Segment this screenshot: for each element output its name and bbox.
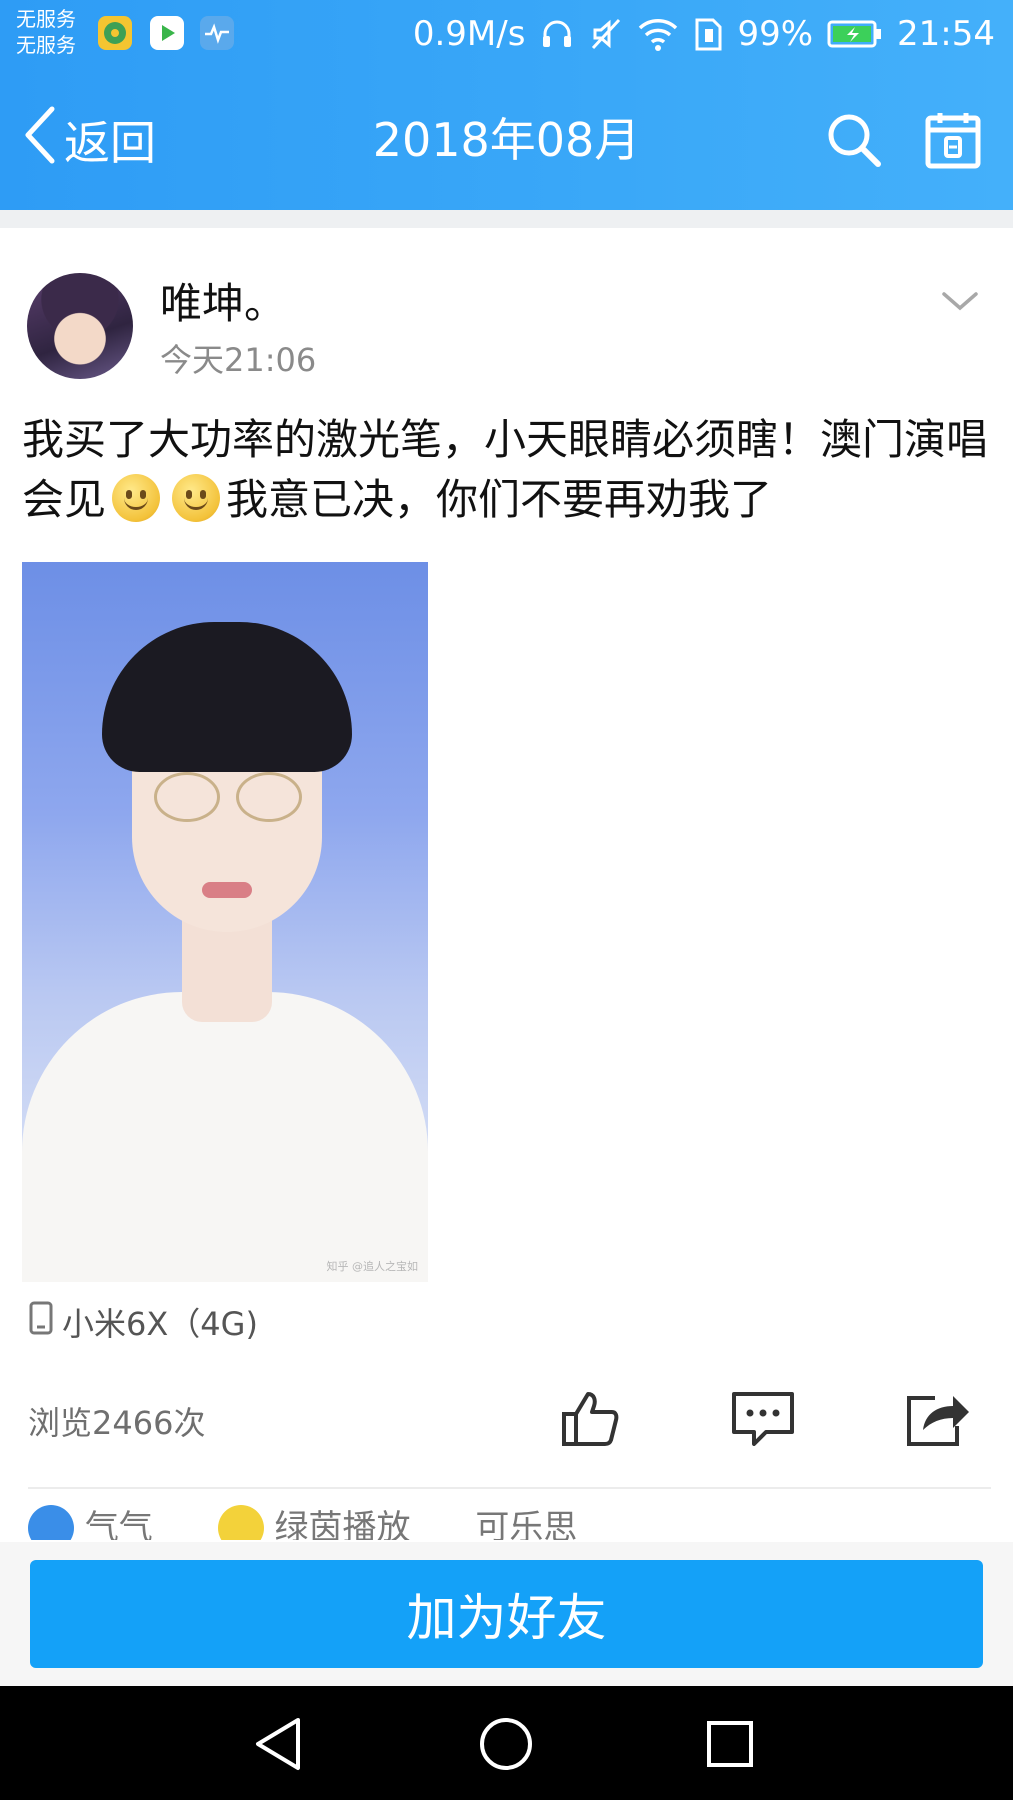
top-header: 无服务 无服务 0.9M/s 99% 21:54 返回 2018年08月 [0, 0, 1013, 210]
photo-watermark: 知乎 @追人之宝如 [326, 1260, 419, 1273]
battery-charging-icon [827, 19, 883, 49]
carrier-line-1: 无服务 [16, 7, 76, 31]
clock: 21:54 [897, 14, 995, 54]
share-icon[interactable] [905, 1388, 973, 1452]
liker-avatar [28, 1505, 74, 1540]
divider [28, 1487, 991, 1489]
liker-avatar [217, 1505, 264, 1540]
carrier-info: 无服务 无服务 [16, 6, 76, 58]
post-time: 今天21:06 [160, 341, 317, 379]
post-text: 我买了大功率的激光笔，小天眼睛必须瞎！澳门演唱会见 我意已决，你们不要再劝我了 [22, 410, 997, 530]
liker-name: 绿茵播放 [274, 1508, 411, 1540]
device-info: 小米6X（4G) [28, 1300, 258, 1344]
system-back-icon[interactable] [252, 1716, 304, 1776]
sim-icon [693, 16, 723, 52]
comment-icon[interactable] [730, 1390, 796, 1450]
status-right: 0.9M/s 99% 21:54 [413, 14, 995, 54]
nav-bar: 返回 2018年08月 [0, 95, 1013, 185]
author-name[interactable]: 唯坤。 [160, 270, 286, 331]
post-text-part-2: 我意已决，你们不要再劝我了 [226, 475, 773, 524]
header-divider [0, 210, 1013, 228]
smile-emoji-icon [112, 474, 161, 522]
wifi-icon [637, 16, 679, 52]
system-recent-apps-icon[interactable] [706, 1720, 754, 1772]
device-label: 小米6X（4G) [62, 1305, 258, 1343]
like-icon[interactable] [560, 1388, 620, 1452]
mute-icon [589, 16, 623, 52]
liker-name: 可乐思 [475, 1508, 578, 1540]
phone-icon [28, 1301, 54, 1343]
calendar-icon[interactable] [924, 110, 982, 174]
health-app-icon [200, 16, 234, 50]
add-friend-button[interactable]: 加为好友 [30, 1560, 983, 1668]
liker-name: 气气 [84, 1508, 153, 1540]
music-app-icon [98, 16, 132, 50]
avatar[interactable] [27, 273, 133, 379]
likes-row-peek: 气气 绿茵播放 可乐思 [28, 1500, 991, 1540]
video-app-icon [150, 16, 184, 50]
net-speed: 0.9M/s [412, 14, 526, 54]
view-count: 浏览2466次 [28, 1404, 206, 1442]
chevron-down-icon[interactable] [940, 290, 980, 318]
system-nav-bar [0, 1686, 1013, 1800]
battery-percent: 99% [737, 14, 814, 54]
post-photo[interactable]: 知乎 @追人之宝如 [22, 562, 428, 1282]
system-home-icon[interactable] [478, 1716, 534, 1776]
search-icon[interactable] [824, 110, 884, 174]
smile-emoji-icon [172, 474, 221, 522]
headphones-icon [539, 16, 575, 52]
carrier-line-2: 无服务 [16, 33, 76, 57]
status-bar: 无服务 无服务 0.9M/s 99% 21:54 [0, 0, 1013, 70]
